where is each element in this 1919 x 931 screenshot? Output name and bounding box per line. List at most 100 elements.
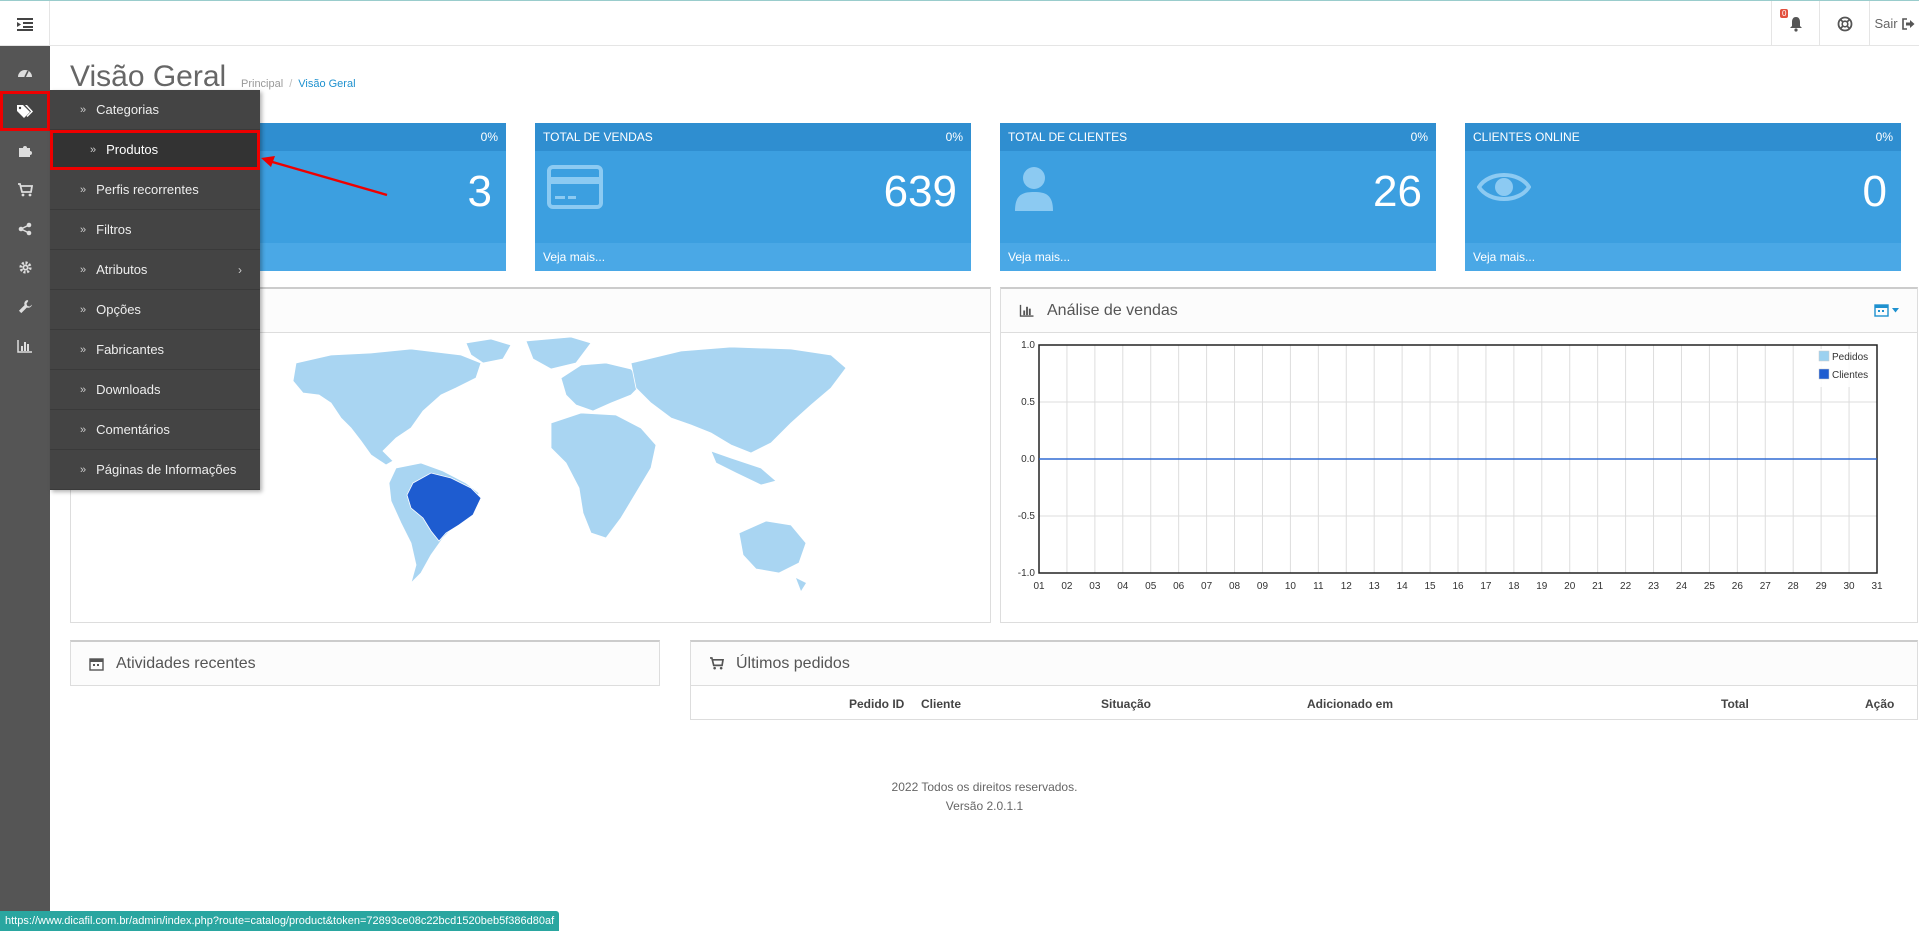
sidebar-item-catalog[interactable] bbox=[0, 91, 50, 131]
tile-total-sales: TOTAL DE VENDAS 0% 639 Veja mais... bbox=[535, 123, 971, 271]
sales-chart: 1.0 0.5 0.0 -0.5 -1.0 01 02 03 04 05 06 07 08 09 10 11 1… bbox=[1018, 340, 1883, 592]
double-chevron-right-icon: » bbox=[80, 103, 87, 116]
x-tick-label: 30 bbox=[1844, 581, 1856, 592]
menu-item-label: Comentários bbox=[96, 422, 170, 437]
x-tick-label: 07 bbox=[1201, 581, 1213, 592]
bar-chart-icon bbox=[17, 339, 32, 353]
logout-button[interactable]: Sair bbox=[1869, 1, 1919, 46]
menu-item-categories[interactable]: » Categorias bbox=[50, 90, 260, 130]
sidebar-item-dashboard[interactable] bbox=[0, 52, 50, 91]
y-tick-label: 0.0 bbox=[1021, 454, 1035, 465]
double-chevron-right-icon: » bbox=[80, 383, 87, 396]
menu-item-label: Produtos bbox=[106, 142, 159, 157]
menu-item-label: Filtros bbox=[96, 222, 132, 237]
x-tick-label: 10 bbox=[1285, 581, 1297, 592]
gear-icon bbox=[18, 261, 32, 274]
sidebar-item-tools[interactable] bbox=[0, 287, 50, 326]
tile-link[interactable]: Veja mais... bbox=[1000, 243, 1436, 271]
double-chevron-right-icon: » bbox=[80, 263, 87, 276]
x-tick-label: 24 bbox=[1676, 581, 1688, 592]
eye-icon bbox=[1477, 173, 1531, 201]
double-chevron-right-icon: » bbox=[80, 223, 87, 236]
tile-link[interactable]: Veja mais... bbox=[1465, 243, 1901, 271]
double-chevron-right-icon: » bbox=[80, 463, 87, 476]
sales-analysis-panel: Análise de vendas 1.0 0.5 0.0 -0.5 -1.0 01 02 0… bbox=[1000, 287, 1918, 623]
menu-item-options[interactable]: » Opções bbox=[50, 290, 260, 330]
y-tick-label: 1.0 bbox=[1021, 340, 1035, 351]
orders-panel-header: Últimos pedidos bbox=[691, 642, 1917, 686]
sidebar bbox=[0, 46, 50, 931]
y-tick-label: 0.5 bbox=[1021, 397, 1035, 408]
x-tick-label: 09 bbox=[1257, 581, 1269, 592]
activity-panel-header: Atividades recentes bbox=[71, 642, 659, 686]
sidebar-item-system[interactable] bbox=[0, 248, 50, 287]
tags-icon bbox=[17, 105, 33, 118]
x-tick-label: 23 bbox=[1648, 581, 1660, 592]
status-bar-url: https://www.dicafil.com.br/admin/index.p… bbox=[0, 911, 560, 931]
orders-table-header: Pedido ID Cliente Situação Adicionado em… bbox=[691, 686, 1917, 721]
col-date-added[interactable]: Adicionado em bbox=[1307, 697, 1393, 711]
col-status[interactable]: Situação bbox=[1101, 697, 1151, 711]
help-button[interactable] bbox=[1819, 1, 1869, 46]
x-tick-label: 02 bbox=[1061, 581, 1073, 592]
tile-percent: 0% bbox=[480, 130, 498, 144]
x-tick-label: 15 bbox=[1425, 581, 1437, 592]
x-tick-label: 01 bbox=[1033, 581, 1045, 592]
menu-item-reviews[interactable]: » Comentários bbox=[50, 410, 260, 450]
menu-item-label: Categorias bbox=[96, 102, 159, 117]
tile-customers-online: CLIENTES ONLINE 0% 0 Veja mais... bbox=[1465, 123, 1901, 271]
menu-item-label: Páginas de Informações bbox=[96, 462, 237, 477]
legend-swatch bbox=[1818, 350, 1830, 362]
notification-badge: 0 bbox=[1780, 9, 1789, 18]
date-range-dropdown[interactable] bbox=[1874, 303, 1899, 317]
col-total[interactable]: Total bbox=[1721, 697, 1749, 711]
menu-item-label: Perfis recorrentes bbox=[96, 182, 199, 197]
menu-item-filters[interactable]: » Filtros bbox=[50, 210, 260, 250]
notifications-button[interactable]: 0 bbox=[1771, 1, 1819, 46]
dashboard-icon bbox=[18, 69, 32, 77]
menu-item-products[interactable]: » Produtos bbox=[50, 130, 260, 170]
chevron-right-icon: › bbox=[238, 262, 242, 277]
tile-percent: 0% bbox=[1875, 130, 1893, 144]
user-icon bbox=[1015, 167, 1053, 211]
col-customer[interactable]: Cliente bbox=[921, 697, 961, 711]
menu-item-label: Opções bbox=[96, 302, 141, 317]
menu-item-label: Fabricantes bbox=[96, 342, 165, 357]
map-north-america bbox=[292, 348, 482, 466]
x-tick-label: 12 bbox=[1341, 581, 1353, 592]
sign-out-icon bbox=[1901, 17, 1915, 30]
legend-swatch bbox=[1818, 368, 1830, 380]
cart-icon bbox=[710, 657, 724, 670]
sidebar-item-extensions[interactable] bbox=[0, 131, 50, 170]
menu-item-manufacturers[interactable]: » Fabricantes bbox=[50, 330, 260, 370]
x-tick-label: 06 bbox=[1173, 581, 1185, 592]
x-tick-label: 29 bbox=[1816, 581, 1828, 592]
calendar-icon bbox=[1874, 304, 1889, 317]
sidebar-item-marketing[interactable] bbox=[0, 209, 50, 248]
menu-item-attributes[interactable]: » Atributos › bbox=[50, 250, 260, 290]
menu-toggle-button[interactable] bbox=[0, 1, 50, 46]
x-tick-label: 14 bbox=[1397, 581, 1409, 592]
x-tick-label: 26 bbox=[1732, 581, 1744, 592]
sidebar-item-sales[interactable] bbox=[0, 170, 50, 209]
x-tick-label: 05 bbox=[1145, 581, 1157, 592]
menu-item-information-pages[interactable]: » Páginas de Informações bbox=[50, 450, 260, 490]
bar-chart-icon bbox=[1019, 304, 1034, 317]
double-chevron-right-icon: » bbox=[80, 423, 87, 436]
sidebar-item-reports[interactable] bbox=[0, 326, 50, 365]
menu-item-downloads[interactable]: » Downloads bbox=[50, 370, 260, 410]
x-tick-label: 08 bbox=[1229, 581, 1241, 592]
col-order-id[interactable]: Pedido ID bbox=[849, 697, 904, 711]
col-action[interactable]: Ação bbox=[1865, 697, 1894, 711]
footer-copyright: 2022 Todos os direitos reservados. bbox=[891, 780, 1078, 794]
map-europe bbox=[560, 362, 644, 412]
orders-panel-title: Últimos pedidos bbox=[736, 654, 850, 672]
x-tick-label: 04 bbox=[1117, 581, 1129, 592]
breadcrumb-current[interactable]: Visão Geral bbox=[298, 78, 355, 90]
tile-value: 0 bbox=[1862, 167, 1887, 216]
breadcrumb-home[interactable]: Principal bbox=[241, 78, 283, 90]
menu-item-recurring-profiles[interactable]: » Perfis recorrentes bbox=[50, 170, 260, 210]
wrench-icon bbox=[18, 299, 32, 314]
caret-down-icon bbox=[1892, 307, 1899, 312]
tile-link[interactable]: Veja mais... bbox=[535, 243, 971, 271]
